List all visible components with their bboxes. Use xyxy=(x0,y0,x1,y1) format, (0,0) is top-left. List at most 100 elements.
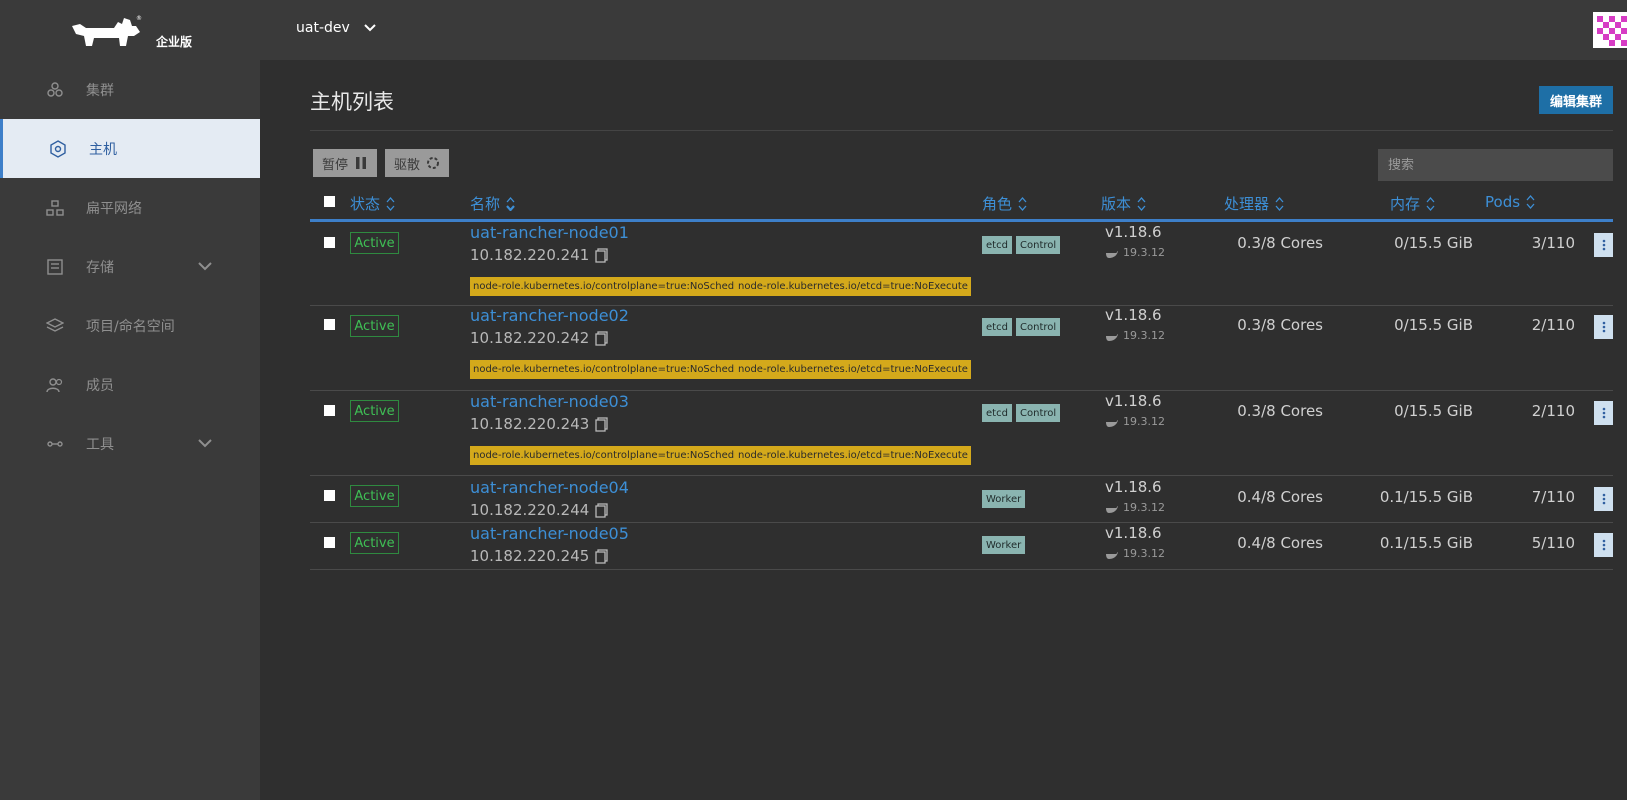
row-actions-button[interactable] xyxy=(1594,533,1613,557)
more-vertical-icon xyxy=(1602,239,1605,251)
column-header-name[interactable]: 名称 xyxy=(470,193,515,214)
column-header-memory[interactable]: 内存 xyxy=(1390,193,1435,214)
version-text: v1.18.6 xyxy=(1105,306,1162,324)
search-input[interactable] xyxy=(1378,149,1613,181)
node-name-link[interactable]: uat-rancher-node04 xyxy=(470,478,629,497)
docker-icon xyxy=(1106,250,1118,258)
role-badge: etcd xyxy=(982,404,1012,422)
node-name-link[interactable]: uat-rancher-node01 xyxy=(470,223,629,242)
column-header-cpu[interactable]: 处理器 xyxy=(1224,193,1284,214)
sidebar-item-tools[interactable]: 工具 xyxy=(0,414,260,473)
row-actions-button[interactable] xyxy=(1594,487,1613,511)
sidebar-item-label: 工具 xyxy=(86,436,114,453)
sidebar-item-label: 集群 xyxy=(86,82,114,99)
taint-badge: node-role.kubernetes.io/etcd=true:NoExec… xyxy=(735,360,971,379)
taint-badge: node-role.kubernetes.io/controlplane=tru… xyxy=(470,446,753,465)
cluster-selector-value: uat-dev xyxy=(296,20,350,36)
sidebar-item-label: 扁平网络 xyxy=(86,200,142,217)
column-header-label: 状态 xyxy=(350,195,381,213)
docker-version-value: 19.3.12 xyxy=(1123,415,1165,428)
sidebar-item-storage[interactable]: 存储 xyxy=(0,237,260,296)
row-actions-button[interactable] xyxy=(1594,233,1613,257)
node-ip-value: 10.182.220.241 xyxy=(470,246,590,264)
sidebar-item-members[interactable]: 成员 xyxy=(0,355,260,414)
sidebar-item-label: 项目/命名空间 xyxy=(86,318,175,335)
sidebar-item-network[interactable]: 扁平网络 xyxy=(0,178,260,237)
sidebar-item-cluster[interactable]: 集群 xyxy=(0,60,260,119)
pods-count: 5/110 xyxy=(1531,534,1575,552)
pods-count: 2/110 xyxy=(1531,402,1575,420)
role-badge: Worker xyxy=(982,536,1026,554)
copy-icon[interactable] xyxy=(595,416,608,432)
storage-icon xyxy=(46,258,64,276)
cpu-usage: 0.3/8 Cores xyxy=(1237,234,1323,252)
column-header-label: 内存 xyxy=(1390,195,1421,213)
column-header-pods[interactable]: Pods xyxy=(1485,193,1535,211)
node-ip: 10.182.220.241 xyxy=(470,246,608,264)
node-ip-value: 10.182.220.242 xyxy=(470,329,590,347)
table-row: Active uat-rancher-node01 10.182.220.241… xyxy=(310,222,1613,307)
docker-version: 19.3.12 xyxy=(1105,329,1165,342)
copy-icon[interactable] xyxy=(595,502,608,518)
docker-version-value: 19.3.12 xyxy=(1123,329,1165,342)
row-actions-button[interactable] xyxy=(1594,401,1613,425)
row-actions-button[interactable] xyxy=(1594,315,1613,339)
sort-icon xyxy=(1275,196,1284,211)
network-icon xyxy=(46,199,64,217)
node-name-link[interactable]: uat-rancher-node03 xyxy=(470,392,629,411)
column-header-label: 名称 xyxy=(470,195,501,213)
sort-icon xyxy=(386,196,395,211)
node-ip-value: 10.182.220.245 xyxy=(470,547,590,565)
top-bar: ® 企业版 uat-dev xyxy=(0,0,1627,60)
column-header-label: 角色 xyxy=(982,195,1013,213)
taint-badge: node-role.kubernetes.io/controlplane=tru… xyxy=(470,277,753,296)
role-badge: etcd xyxy=(982,318,1012,336)
version-text: v1.18.6 xyxy=(1105,223,1162,241)
role-badge: Control xyxy=(1016,236,1061,254)
pause-button[interactable]: 暂停 xyxy=(313,149,378,177)
node-ip: 10.182.220.244 xyxy=(470,501,608,519)
sidebar-item-hosts[interactable]: 主机 xyxy=(0,119,260,178)
version-text: v1.18.6 xyxy=(1105,524,1162,542)
row-checkbox[interactable] xyxy=(324,237,335,248)
taint-badge: node-role.kubernetes.io/etcd=true:NoExec… xyxy=(735,277,971,296)
row-checkbox[interactable] xyxy=(324,319,335,330)
docker-version-value: 19.3.12 xyxy=(1123,501,1165,514)
drain-button[interactable]: 驱散 xyxy=(385,149,450,177)
user-avatar[interactable] xyxy=(1593,12,1627,48)
sidebar-item-projects[interactable]: 项目/命名空间 xyxy=(0,296,260,355)
row-checkbox[interactable] xyxy=(324,490,335,501)
cluster-selector[interactable]: uat-dev xyxy=(296,20,376,36)
sidebar-item-label: 主机 xyxy=(89,141,117,158)
tools-icon xyxy=(46,435,64,453)
column-header-version[interactable]: 版本 xyxy=(1101,193,1146,214)
status-badge: Active xyxy=(350,485,399,507)
node-name-link[interactable]: uat-rancher-node05 xyxy=(470,524,629,543)
drain-icon xyxy=(427,157,440,169)
column-header-roles[interactable]: 角色 xyxy=(982,193,1027,214)
edit-cluster-button[interactable]: 编辑集群 xyxy=(1539,86,1613,114)
sort-icon xyxy=(1137,196,1146,211)
select-all-checkbox[interactable] xyxy=(324,196,335,207)
docker-version: 19.3.12 xyxy=(1105,547,1165,560)
status-badge: Active xyxy=(350,532,399,554)
page-title: 主机列表 xyxy=(310,90,394,114)
status-badge: Active xyxy=(350,232,399,254)
column-header-state[interactable]: 状态 xyxy=(350,193,395,214)
cpu-usage: 0.3/8 Cores xyxy=(1237,402,1323,420)
row-checkbox[interactable] xyxy=(324,537,335,548)
docker-icon xyxy=(1106,419,1118,427)
copy-icon[interactable] xyxy=(595,330,608,346)
docker-version: 19.3.12 xyxy=(1105,246,1165,259)
node-name-link[interactable]: uat-rancher-node02 xyxy=(470,306,629,325)
copy-icon[interactable] xyxy=(595,548,608,564)
memory-usage: 0.1/15.5 GiB xyxy=(1379,534,1473,552)
members-icon xyxy=(46,376,64,394)
more-vertical-icon xyxy=(1602,407,1605,419)
cpu-usage: 0.4/8 Cores xyxy=(1237,488,1323,506)
row-checkbox[interactable] xyxy=(324,405,335,416)
cpu-usage: 0.3/8 Cores xyxy=(1237,316,1323,334)
pods-count: 7/110 xyxy=(1531,488,1575,506)
taint-badge: node-role.kubernetes.io/etcd=true:NoExec… xyxy=(735,446,971,465)
copy-icon[interactable] xyxy=(595,247,608,263)
